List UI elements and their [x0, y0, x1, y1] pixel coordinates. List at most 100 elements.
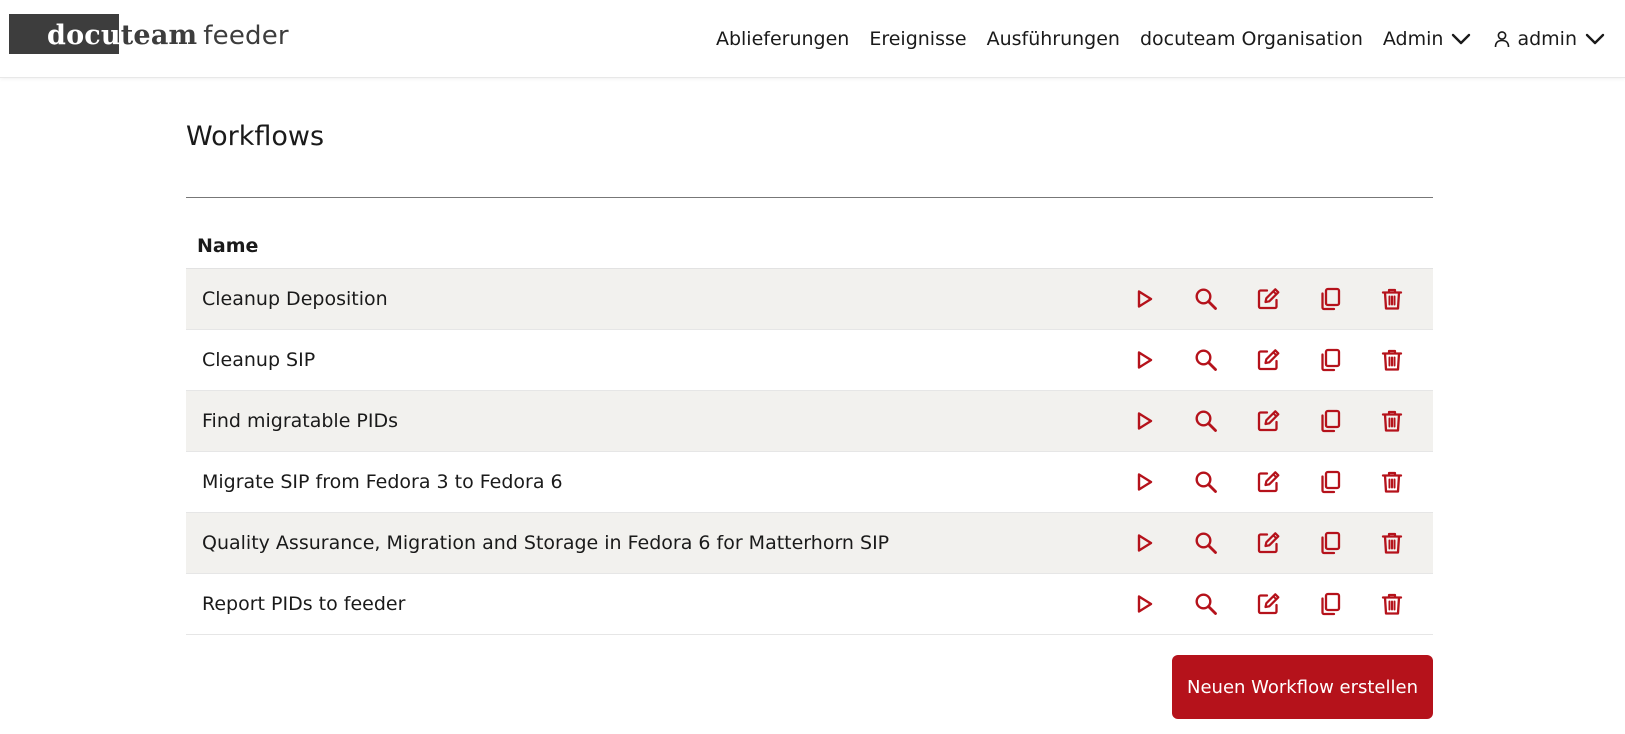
row-actions [1103, 523, 1433, 563]
copy-icon [1321, 470, 1341, 494]
edit-workflow-button[interactable] [1237, 462, 1299, 502]
run-workflow-button[interactable] [1113, 401, 1175, 441]
copy-icon [1321, 592, 1341, 616]
table-row: Report PIDs to feeder [186, 574, 1433, 635]
play-icon [1137, 290, 1153, 308]
copy-icon [1321, 348, 1341, 372]
run-workflow-button[interactable] [1113, 523, 1175, 563]
edit-icon [1257, 532, 1280, 554]
edit-icon [1257, 288, 1280, 310]
nav-ausfuehrungen[interactable]: Ausführungen [987, 28, 1120, 50]
view-workflow-button[interactable] [1175, 401, 1237, 441]
view-workflow-button[interactable] [1175, 523, 1237, 563]
play-icon [1137, 412, 1153, 430]
copy-workflow-button[interactable] [1299, 462, 1361, 502]
edit-icon [1257, 593, 1280, 615]
logo-word-feeder: feeder [203, 21, 289, 51]
copy-workflow-button[interactable] [1299, 523, 1361, 563]
copy-workflow-button[interactable] [1299, 401, 1361, 441]
workflow-name: Find migratable PIDs [202, 410, 399, 432]
search-icon [1195, 471, 1217, 493]
search-icon [1195, 410, 1217, 432]
chevron-down-icon [1452, 33, 1471, 45]
search-icon [1195, 593, 1217, 615]
workflow-name: Quality Assurance, Migration and Storage… [202, 532, 890, 554]
copy-icon [1321, 409, 1341, 433]
search-icon [1195, 532, 1217, 554]
user-menu-label: admin [1517, 28, 1577, 50]
delete-workflow-button[interactable] [1361, 584, 1423, 624]
play-icon [1137, 351, 1153, 369]
run-workflow-button[interactable] [1113, 462, 1175, 502]
admin-menu-label: Admin [1382, 28, 1444, 50]
table-row: Migrate SIP from Fedora 3 to Fedora 6 [186, 452, 1433, 513]
trash-icon [1381, 288, 1403, 310]
edit-icon [1257, 471, 1280, 493]
delete-workflow-button[interactable] [1361, 462, 1423, 502]
view-workflow-button[interactable] [1175, 584, 1237, 624]
page-title: Workflows [186, 121, 325, 152]
workflow-name: Report PIDs to feeder [202, 593, 406, 615]
play-icon [1137, 473, 1153, 491]
table-row: Quality Assurance, Migration and Storage… [186, 513, 1433, 574]
table-row: Find migratable PIDs [186, 391, 1433, 452]
table-row: Cleanup SIP [186, 330, 1433, 391]
search-icon [1195, 288, 1217, 310]
delete-workflow-button[interactable] [1361, 523, 1423, 563]
main-nav: Ablieferungen Ereignisse Ausführungen do… [696, 0, 1625, 78]
copy-icon [1321, 531, 1341, 555]
edit-workflow-button[interactable] [1237, 523, 1299, 563]
run-workflow-button[interactable] [1113, 340, 1175, 380]
workflow-name: Cleanup Deposition [202, 288, 388, 310]
table-header-name: Name [186, 224, 1433, 269]
edit-workflow-button[interactable] [1237, 584, 1299, 624]
copy-workflow-button[interactable] [1299, 279, 1361, 319]
table-row: Cleanup Deposition [186, 269, 1433, 330]
view-workflow-button[interactable] [1175, 462, 1237, 502]
edit-workflow-button[interactable] [1237, 401, 1299, 441]
run-workflow-button[interactable] [1113, 584, 1175, 624]
delete-workflow-button[interactable] [1361, 279, 1423, 319]
trash-icon [1381, 593, 1403, 615]
brand-logo[interactable]: docuteam feeder [9, 14, 299, 54]
row-actions [1103, 584, 1433, 624]
row-actions [1103, 401, 1433, 441]
row-actions [1103, 462, 1433, 502]
row-actions [1103, 340, 1433, 380]
copy-workflow-button[interactable] [1299, 584, 1361, 624]
trash-icon [1381, 532, 1403, 554]
workflows-table: Name Cleanup Deposition Cleanup SIP Find m… [186, 224, 1433, 635]
trash-icon [1381, 410, 1403, 432]
copy-workflow-button[interactable] [1299, 340, 1361, 380]
logo-word-team: team [120, 20, 198, 51]
edit-icon [1257, 349, 1280, 371]
logo-text: docuteam feeder [47, 20, 289, 51]
delete-workflow-button[interactable] [1361, 340, 1423, 380]
title-divider [186, 197, 1433, 198]
play-icon [1137, 595, 1153, 613]
view-workflow-button[interactable] [1175, 340, 1237, 380]
workflow-name: Cleanup SIP [202, 349, 316, 371]
admin-menu[interactable]: Admin [1383, 27, 1474, 51]
nav-ereignisse[interactable]: Ereignisse [869, 28, 966, 50]
play-icon [1137, 534, 1153, 552]
new-workflow-button[interactable]: Neuen Workflow erstellen [1172, 655, 1433, 719]
user-menu[interactable]: admin [1493, 27, 1607, 51]
edit-icon [1257, 410, 1280, 432]
top-header: docuteam feeder Ablieferungen Ereignisse … [0, 0, 1625, 78]
user-icon [1495, 31, 1510, 48]
edit-workflow-button[interactable] [1237, 279, 1299, 319]
delete-workflow-button[interactable] [1361, 401, 1423, 441]
view-workflow-button[interactable] [1175, 279, 1237, 319]
logo-word-docu: docu [47, 20, 121, 51]
edit-workflow-button[interactable] [1237, 340, 1299, 380]
nav-organisation[interactable]: docuteam Organisation [1140, 28, 1363, 50]
run-workflow-button[interactable] [1113, 279, 1175, 319]
trash-icon [1381, 349, 1403, 371]
chevron-down-icon [1585, 33, 1605, 45]
nav-ablieferungen[interactable]: Ablieferungen [716, 28, 849, 50]
table-body: Cleanup Deposition Cleanup SIP Find migrat… [186, 269, 1433, 635]
copy-icon [1321, 287, 1341, 311]
search-icon [1195, 349, 1217, 371]
trash-icon [1381, 471, 1403, 493]
